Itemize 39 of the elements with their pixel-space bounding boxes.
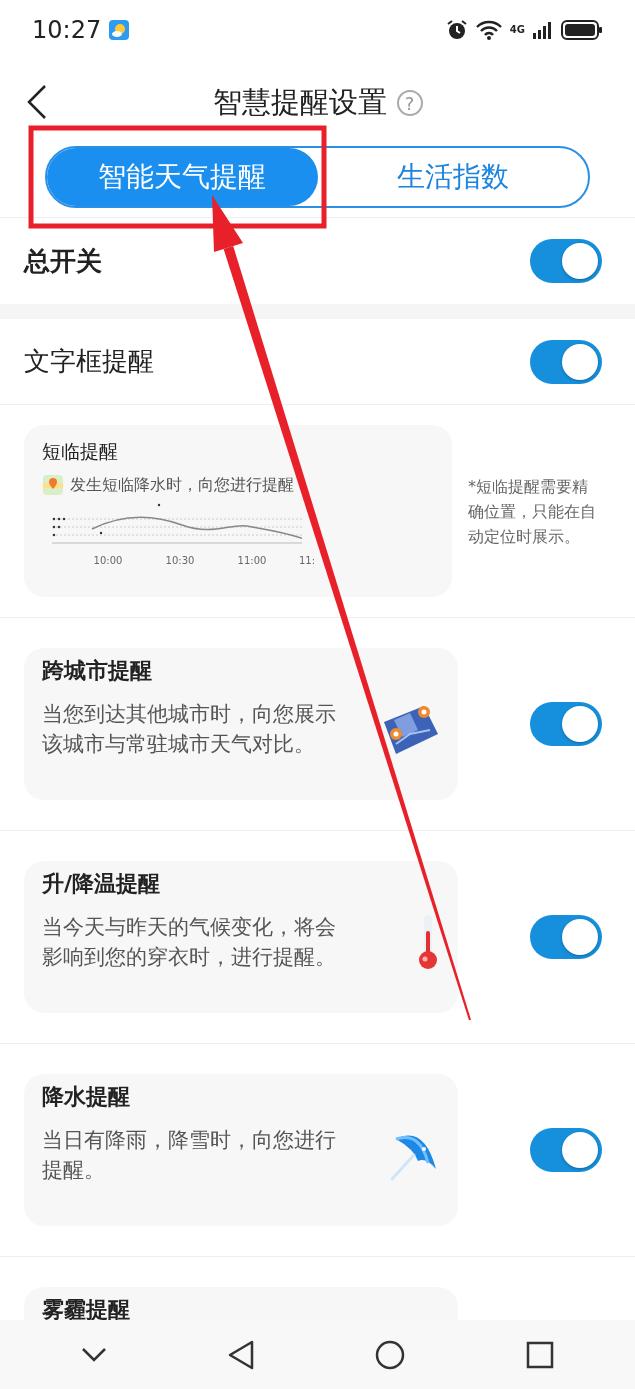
card-title: 升/降温提醒	[42, 872, 162, 896]
card-description: 当您到达其他城市时，向您展示该城市与常驻城市天气对比。	[42, 701, 337, 758]
card-title: 跨城市提醒	[42, 659, 153, 683]
chevron-down-icon[interactable]	[80, 1346, 107, 1363]
battery-icon	[561, 19, 603, 41]
card-description: 当日有降雨，降雪时，向您进行提醒。	[42, 1127, 337, 1184]
wifi-icon	[475, 20, 502, 40]
card-title: 雾霾提醒	[42, 1298, 131, 1320]
card-caption: 发生短临降水时，向您进行提醒	[70, 474, 294, 496]
axis-label: 11:	[298, 555, 317, 566]
toggle-switch[interactable]	[530, 915, 602, 959]
page-title: 智慧提醒设置	[212, 84, 387, 121]
card-title: 降水提醒	[42, 1085, 131, 1109]
setting-label: 总开关	[24, 244, 102, 278]
status-time: 10:27	[32, 16, 102, 44]
axis-label: 10:30	[164, 555, 196, 566]
toggle-switch[interactable]	[530, 339, 602, 384]
recents-square-icon[interactable]	[526, 1340, 555, 1369]
axis-label: 10:00	[92, 555, 124, 566]
note-text: *短临提醒需要精确位置，只能在自动定位时展示。	[468, 475, 597, 548]
back-icon[interactable]	[26, 84, 48, 120]
toggle-switch[interactable]	[530, 702, 602, 746]
back-triangle-icon[interactable]	[227, 1339, 254, 1370]
toggle-switch[interactable]	[530, 1128, 602, 1172]
weather-app-icon	[109, 20, 130, 40]
tab[interactable]: 智能天气提醒	[47, 148, 318, 206]
help-icon[interactable]: ?	[396, 90, 423, 116]
map-pin-icon	[42, 473, 64, 497]
thermometer-icon	[416, 913, 440, 971]
setting-label: 文字框提醒	[24, 345, 154, 378]
home-circle-icon[interactable]	[375, 1339, 406, 1370]
tab[interactable]: 生活指数	[317, 148, 588, 206]
card-description: 当今天与昨天的气候变化，将会影响到您的穿衣时，进行提醒。	[42, 914, 337, 971]
alarm-icon	[445, 19, 468, 41]
network-type: 4G	[509, 25, 525, 35]
card-title: 短临提醒	[42, 439, 119, 464]
signal-icon	[533, 21, 553, 39]
toggle-switch[interactable]	[530, 239, 602, 283]
axis-label: 11:00	[236, 555, 268, 566]
